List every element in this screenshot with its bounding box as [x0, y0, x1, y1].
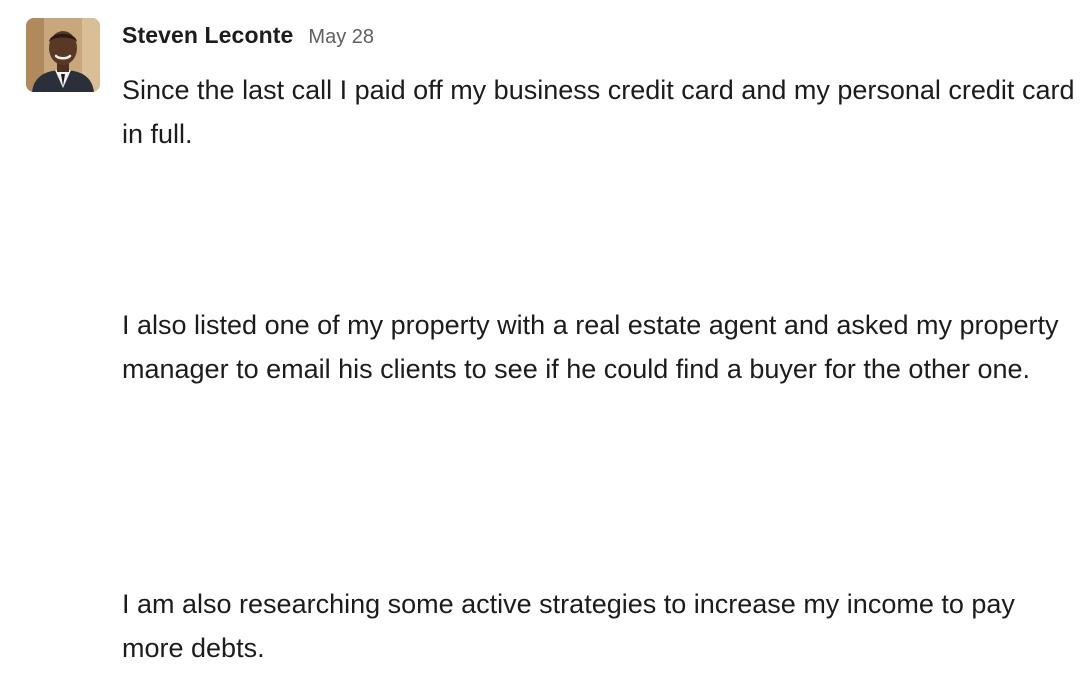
author-name[interactable]: Steven Leconte	[122, 22, 293, 49]
message-paragraph-2: I also listed one of my property with a …	[122, 310, 1059, 384]
message-timestamp[interactable]: May 28	[308, 26, 374, 49]
message-header: Steven Leconte May 28	[122, 22, 374, 54]
message-paragraph-3: I am also researching some active strate…	[122, 589, 1015, 663]
avatar-photo-icon	[26, 18, 100, 92]
message-paragraph-1: Since the last call I paid off my busine…	[122, 75, 1075, 149]
user-avatar[interactable]	[26, 18, 100, 92]
chat-message: Steven Leconte May 28 Since the last cal…	[0, 0, 1092, 679]
